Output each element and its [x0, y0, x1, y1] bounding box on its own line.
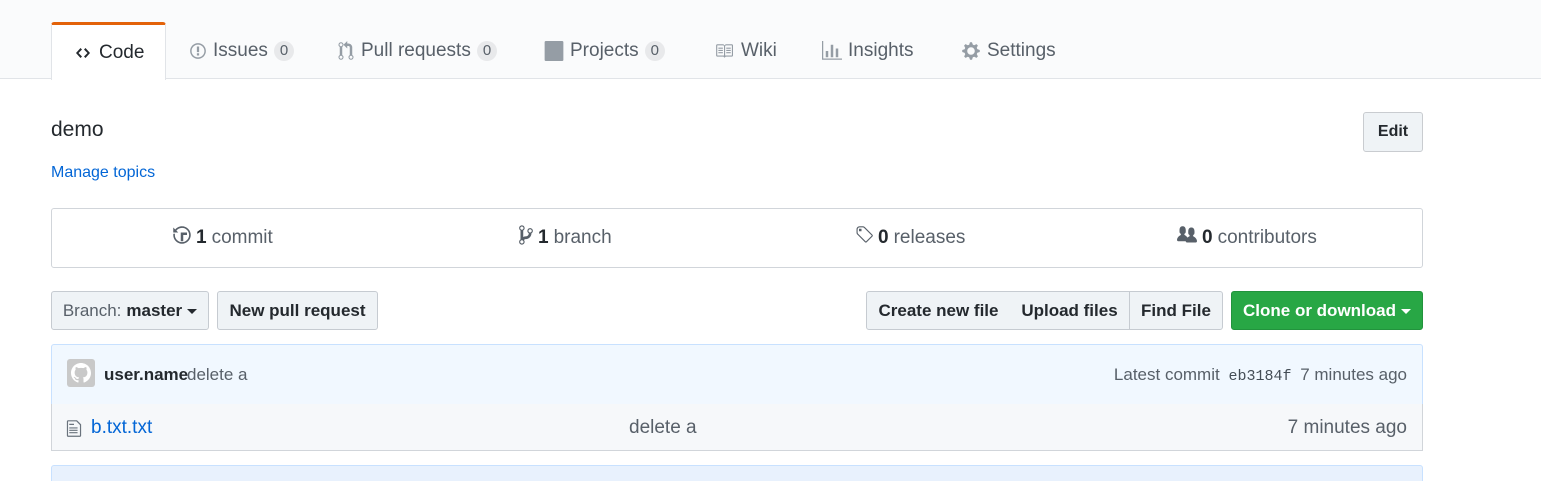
table-row: b.txt.txt delete a 7 minutes ago: [51, 404, 1423, 451]
code-icon: [73, 45, 93, 61]
branch-select-button[interactable]: Branch: master: [51, 291, 209, 330]
tab-label: Code: [99, 41, 145, 63]
clone-label: Clone or download: [1243, 300, 1396, 320]
branches-summary[interactable]: 1 branch: [518, 209, 612, 267]
history-icon: [172, 225, 192, 251]
tab-pull-requests[interactable]: Pull requests 0: [337, 22, 498, 79]
file-commit-message-link[interactable]: delete a: [629, 417, 697, 439]
people-icon: [1176, 225, 1198, 251]
commits-summary[interactable]: 1 commit: [172, 209, 273, 267]
releases-summary[interactable]: 0 releases: [854, 209, 965, 267]
tab-label: Settings: [987, 39, 1056, 61]
file-name-link[interactable]: b.txt.txt: [91, 417, 152, 439]
commit-author-link[interactable]: user.name: [104, 365, 188, 385]
branches-label: branch: [553, 227, 612, 248]
repo-summary: 1 commit 1 branch 0 releases 0 contribut…: [51, 208, 1423, 268]
avatar[interactable]: [67, 359, 95, 387]
tab-settings[interactable]: Settings: [961, 22, 1056, 79]
branches-count: 1: [538, 227, 549, 248]
readme-header: [51, 465, 1423, 481]
commit-sha-link[interactable]: eb3184f: [1228, 368, 1291, 385]
pull-requests-counter: 0: [476, 40, 498, 61]
new-pull-request-button[interactable]: New pull request: [217, 291, 378, 330]
releases-label: releases: [893, 227, 966, 248]
issues-counter: 0: [273, 40, 295, 61]
commits-label: commit: [211, 227, 273, 248]
latest-commit-bar: user.name delete a Latest commit eb3184f…: [51, 344, 1423, 405]
gear-icon: [961, 41, 981, 61]
tab-label: Wiki: [741, 39, 777, 61]
branch-prefix: Branch:: [62, 300, 122, 320]
edit-button[interactable]: Edit: [1363, 112, 1423, 152]
clone-or-download-button[interactable]: Clone or download: [1231, 291, 1423, 330]
caret-down-icon: [187, 309, 198, 314]
tab-label: Projects: [570, 39, 639, 61]
file-age: 7 minutes ago: [1287, 417, 1407, 438]
book-icon: [713, 42, 735, 60]
tab-label: Insights: [848, 39, 914, 61]
repo-description: demo: [51, 118, 104, 141]
tab-wiki[interactable]: Wiki: [713, 22, 777, 79]
contributors-summary[interactable]: 0 contributors: [1176, 209, 1317, 267]
tab-projects[interactable]: Projects 0: [544, 22, 665, 79]
repo-nav: Code Issues 0 Pull requests 0 Projects 0…: [0, 0, 1541, 80]
tab-code[interactable]: Code: [51, 22, 167, 80]
releases-count: 0: [878, 227, 889, 248]
graph-icon: [822, 40, 842, 61]
create-new-file-button[interactable]: Create new file: [866, 291, 1011, 330]
branch-name: master: [126, 300, 183, 320]
contributors-count: 0: [1202, 227, 1213, 248]
projects-counter: 0: [644, 40, 665, 61]
caret-down-icon: [1401, 309, 1411, 314]
issue-icon: [189, 42, 207, 60]
file-icon: [66, 419, 82, 443]
latest-commit-prefix: Latest commit: [1113, 365, 1220, 384]
manage-topics-link[interactable]: Manage topics: [51, 164, 155, 182]
commits-count: 1: [196, 227, 207, 248]
upload-files-button[interactable]: Upload files: [1010, 291, 1130, 330]
project-icon: [544, 40, 564, 61]
tab-label: Issues: [213, 39, 268, 61]
tab-label: Pull requests: [361, 39, 471, 61]
commit-age: 7 minutes ago: [1300, 365, 1407, 384]
tag-icon: [854, 225, 874, 251]
tab-issues[interactable]: Issues 0: [189, 22, 295, 79]
branch-icon: [518, 224, 534, 252]
commit-message-link[interactable]: delete a: [187, 365, 248, 385]
commit-meta: Latest commit eb3184f 7 minutes ago: [1114, 365, 1407, 385]
tab-insights[interactable]: Insights: [822, 22, 913, 79]
contributors-label: contributors: [1217, 227, 1317, 248]
find-file-button[interactable]: Find File: [1129, 291, 1223, 330]
pull-request-icon: [337, 40, 355, 61]
